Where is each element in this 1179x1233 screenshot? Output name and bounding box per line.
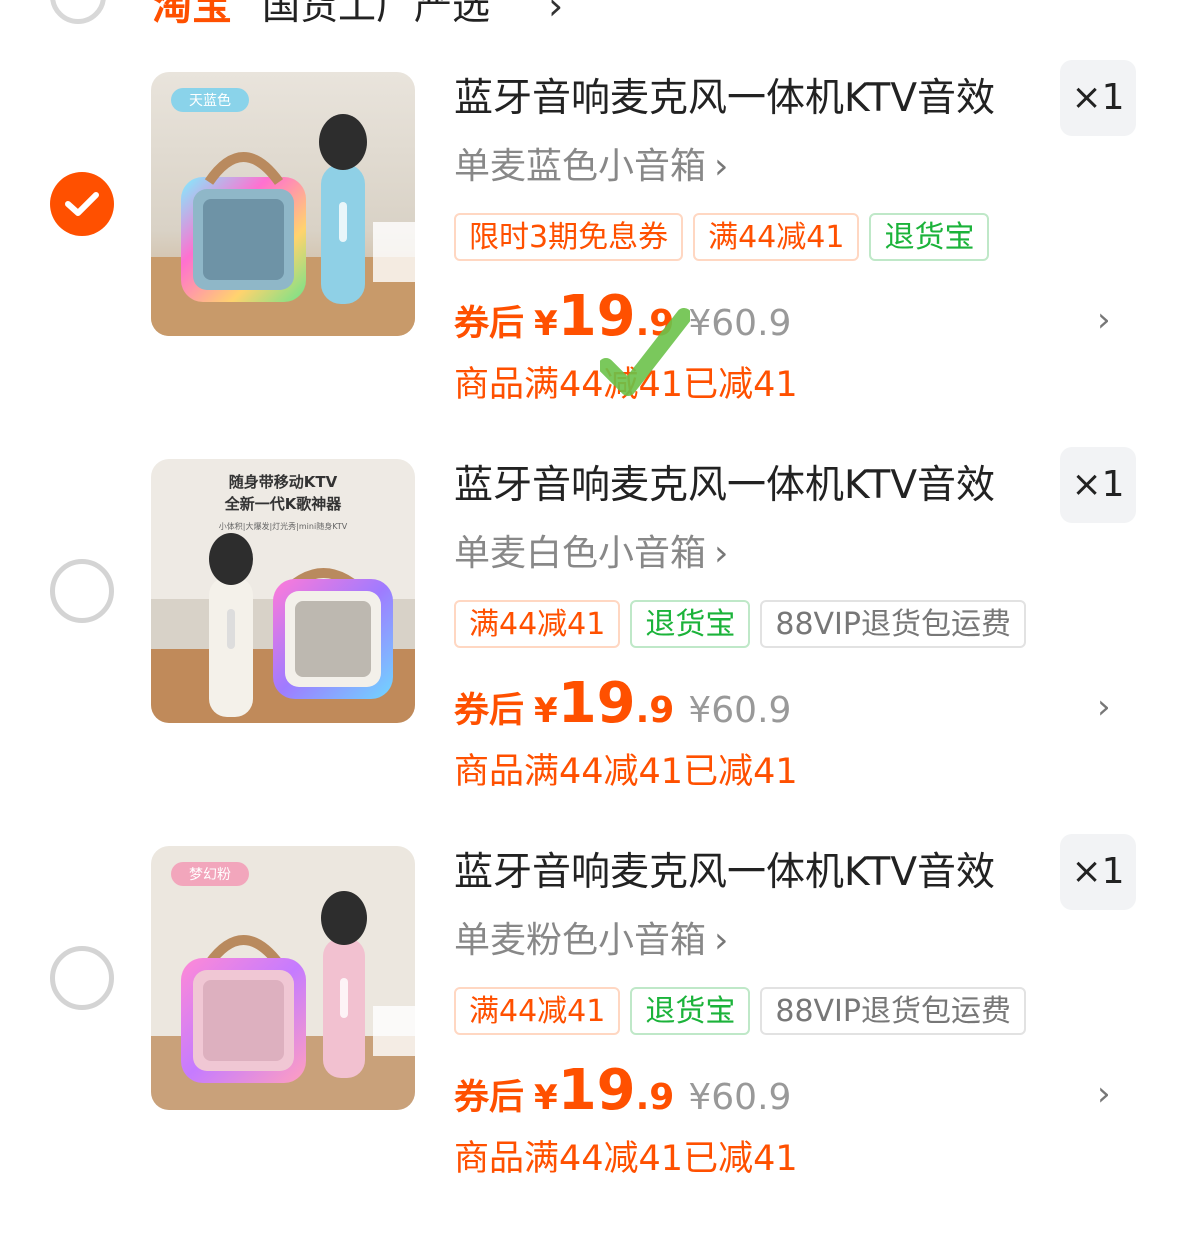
original-price: ¥60.9 bbox=[688, 303, 792, 344]
shop-chevron-icon[interactable]: › bbox=[548, 0, 563, 34]
cart-item-3: 梦幻粉 蓝牙音响麦克风一体机KTV音效 ×1 单麦粉色小音箱 › 满44减41 退货… bbox=[0, 834, 1179, 1233]
price-label: 券后 bbox=[454, 691, 525, 731]
promo-tag: 满44减41 bbox=[454, 987, 621, 1035]
item-select-radio[interactable] bbox=[50, 559, 114, 623]
original-price: ¥60.9 bbox=[688, 690, 792, 731]
promo-tag: 88VIP退货包运费 bbox=[760, 987, 1026, 1035]
green-checkmark-watermark-icon bbox=[600, 308, 690, 396]
currency-symbol: ¥ bbox=[534, 304, 558, 344]
product-image[interactable]: 随身带移动KTV 全新一代K歌神器 小体积|大爆发|灯光秀|mini随身KTV bbox=[151, 459, 415, 723]
item-select-radio-checked[interactable] bbox=[50, 172, 114, 236]
shop-name[interactable]: 国货工厂严选 bbox=[262, 0, 490, 34]
sku-selector[interactable]: 单麦蓝色小音箱 › bbox=[454, 142, 728, 192]
price-label: 券后 bbox=[454, 304, 525, 344]
image-badge: 天蓝色 bbox=[189, 92, 231, 109]
price-decimal: .9 bbox=[635, 690, 675, 731]
promo-tag: 退货宝 bbox=[630, 600, 751, 648]
promo-tags: 满44减41 退货宝 88VIP退货包运费 bbox=[454, 600, 1036, 650]
product-title[interactable]: 蓝牙音响麦克风一体机KTV音效 bbox=[454, 74, 995, 124]
image-headline: 随身带移动KTV bbox=[229, 473, 338, 491]
discount-summary: 商品满44减41已减41 bbox=[454, 752, 798, 792]
sku-label: 单麦白色小音箱 bbox=[454, 533, 707, 574]
chevron-right-icon[interactable]: › bbox=[1097, 687, 1111, 727]
product-image[interactable]: 梦幻粉 bbox=[151, 846, 415, 1110]
sku-label: 单麦粉色小音箱 bbox=[454, 920, 707, 961]
promo-tag: 满44减41 bbox=[693, 213, 860, 261]
sku-chevron-icon: › bbox=[714, 146, 729, 187]
sku-chevron-icon: › bbox=[714, 920, 729, 961]
cart-item-2: 随身带移动KTV 全新一代K歌神器 小体积|大爆发|灯光秀|mini随身KTV … bbox=[0, 447, 1179, 846]
product-title[interactable]: 蓝牙音响麦克风一体机KTV音效 bbox=[454, 461, 995, 511]
quantity-button[interactable]: ×1 bbox=[1060, 447, 1136, 523]
price-row: 券后 ¥19.9 ¥60.9 bbox=[454, 671, 791, 737]
price-decimal: .9 bbox=[635, 1077, 675, 1118]
shop-select-radio[interactable] bbox=[50, 0, 106, 24]
brand-label: 淘宝 bbox=[152, 0, 232, 29]
promo-tag: 退货宝 bbox=[630, 987, 751, 1035]
promo-tag: 退货宝 bbox=[869, 213, 990, 261]
cart-item-1: 天蓝色 蓝牙音响麦克风一体机KTV音效 ×1 单麦蓝色小音箱 › 限时3期免息券满… bbox=[0, 60, 1179, 459]
price-integer: 19 bbox=[557, 671, 636, 736]
image-subline: 小体积|大爆发|灯光秀|mini随身KTV bbox=[219, 521, 348, 531]
chevron-right-icon[interactable]: › bbox=[1097, 300, 1111, 340]
quantity-button[interactable]: ×1 bbox=[1060, 834, 1136, 910]
price-row: 券后 ¥19.9 ¥60.9 bbox=[454, 1058, 791, 1124]
promo-tags: 满44减41 退货宝 88VIP退货包运费 bbox=[454, 987, 1036, 1037]
chevron-right-icon[interactable]: › bbox=[1097, 1074, 1111, 1114]
product-image[interactable]: 天蓝色 bbox=[151, 72, 415, 336]
sku-selector[interactable]: 单麦粉色小音箱 › bbox=[454, 916, 728, 966]
price-label: 券后 bbox=[454, 1078, 525, 1118]
image-badge: 梦幻粉 bbox=[189, 867, 231, 883]
checkmark-icon bbox=[65, 192, 99, 216]
shop-header: 淘宝 国货工厂严选 › bbox=[0, 0, 1179, 40]
product-title[interactable]: 蓝牙音响麦克风一体机KTV音效 bbox=[454, 848, 995, 898]
price-integer: 19 bbox=[557, 1058, 636, 1123]
sku-label: 单麦蓝色小音箱 bbox=[454, 146, 707, 187]
promo-tag: 限时3期免息券 bbox=[454, 213, 684, 261]
item-select-radio[interactable] bbox=[50, 946, 114, 1010]
image-headline: 全新一代K歌神器 bbox=[224, 495, 343, 513]
original-price: ¥60.9 bbox=[688, 1077, 792, 1118]
currency-symbol: ¥ bbox=[534, 1078, 558, 1118]
promo-tag: 88VIP退货包运费 bbox=[760, 600, 1026, 648]
promo-tag: 满44减41 bbox=[454, 600, 621, 648]
currency-symbol: ¥ bbox=[534, 691, 558, 731]
sku-selector[interactable]: 单麦白色小音箱 › bbox=[454, 529, 728, 579]
quantity-button[interactable]: ×1 bbox=[1060, 60, 1136, 136]
sku-chevron-icon: › bbox=[714, 533, 729, 574]
promo-tags: 限时3期免息券 满44减41 退货宝 bbox=[454, 213, 999, 263]
discount-summary: 商品满44减41已减41 bbox=[454, 1139, 798, 1179]
